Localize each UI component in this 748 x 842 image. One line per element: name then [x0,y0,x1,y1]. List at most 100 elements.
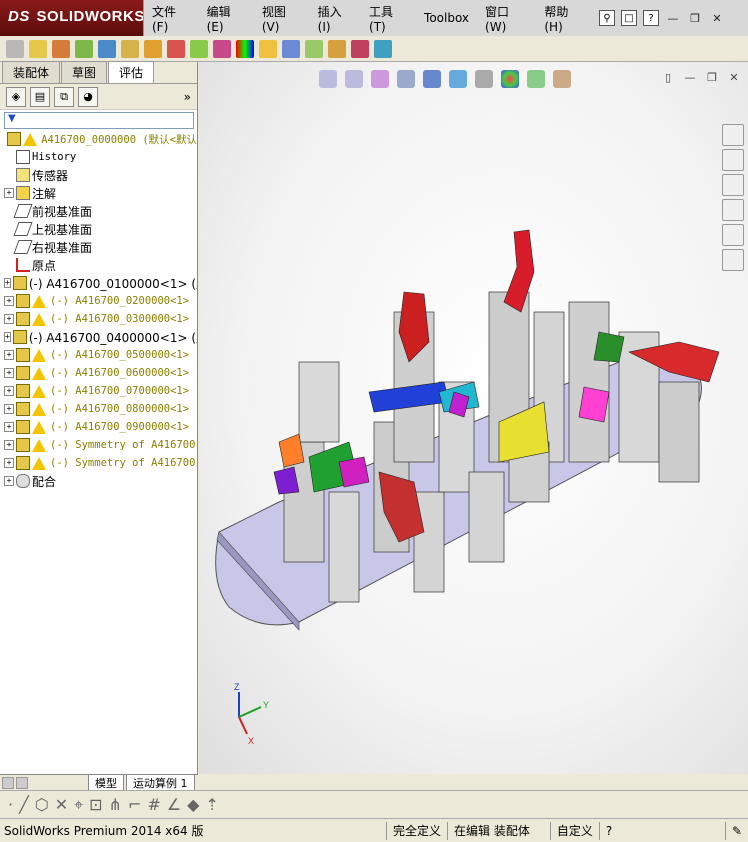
point-icon[interactable]: · [8,795,13,814]
expand-toggle-icon[interactable]: + [4,368,14,378]
tab-scroll-left-icon[interactable] [2,776,14,789]
appearance-icon[interactable] [236,39,254,58]
convert-entities-icon[interactable]: ⌖ [74,795,83,815]
expand-toggle-icon[interactable]: + [4,278,11,288]
expand-toggle-icon[interactable]: + [4,422,14,432]
grid-icon[interactable]: # [147,795,160,814]
cube-icon[interactable]: ◆ [187,795,199,814]
tree-item[interactable]: 传感器 [0,166,197,184]
tree-item[interactable]: + (-) Symmetry of A416700 [0,454,197,472]
tab-sketch[interactable]: 草图 [61,61,108,83]
tree-item[interactable]: + (-) A416700_0500000<1> [0,346,197,364]
menu-toolbox[interactable]: Toolbox [416,11,477,25]
tree-item-label: (-) Symmetry of A416700 [50,439,196,451]
expand-toggle-icon[interactable]: + [4,404,14,414]
triad-z-label: Z [234,682,240,692]
menu-window[interactable]: 窗口(W) [477,3,536,34]
move-component-icon[interactable] [121,39,139,58]
solidworks-logo[interactable]: DS SOLIDWORKS [8,8,145,25]
tree-item[interactable]: + (-) A416700_0400000<1> (默 [0,328,197,346]
expand-toggle-icon[interactable]: + [4,332,11,342]
trim-icon[interactable]: ✕ [55,795,68,814]
menu-edit[interactable]: 编辑(E) [199,3,254,34]
restore-button[interactable]: ❐ [687,11,703,25]
photoview-icon[interactable] [374,39,392,58]
tree-root[interactable]: A416700_0000000 (默认<默认 [0,130,197,148]
smart-fasteners-icon[interactable] [98,39,116,58]
explode-view-icon[interactable] [282,39,300,58]
tree-item[interactable]: + (-) A416700_0100000<1> (默 [0,274,197,292]
property-manager-icon[interactable]: ▤ [30,86,50,107]
line-icon[interactable]: ╱ [19,795,29,814]
expand-toggle-icon[interactable]: + [4,440,14,450]
tree-item-label: 前视基准面 [32,204,93,219]
render-icon[interactable] [351,39,369,58]
filter-input[interactable]: ▼ [4,111,194,129]
polygon-icon[interactable]: ⬡ [35,795,49,814]
tree-item[interactable]: + 配合 [0,472,197,490]
options-icon[interactable] [6,39,24,58]
mirror-icon[interactable]: ⋔ [109,795,122,814]
menu-view[interactable]: 视图(V) [254,3,310,34]
component-icon [16,456,30,470]
minimize-button[interactable]: — [665,11,681,25]
mate-icon[interactable] [52,39,70,58]
angle-icon[interactable]: ∠ [167,795,181,814]
menu-tools[interactable]: 工具(T) [361,3,416,34]
tree-item[interactable]: + (-) A416700_0700000<1> [0,382,197,400]
expand-toggle-icon[interactable]: + [4,476,14,486]
tab-evaluate[interactable]: 评估 [108,61,155,83]
insert-component-icon[interactable] [29,39,47,58]
tree-item[interactable]: 原点 [0,256,197,274]
units-status[interactable]: 自定义 [549,821,599,840]
feature-manager-icon[interactable]: ◈ [6,86,26,107]
smart-dimension-icon[interactable]: ⌐ [128,795,141,814]
tree-item[interactable]: 右视基准面 [0,238,197,256]
tree-item[interactable]: + (-) A416700_0900000<1> [0,418,197,436]
tree-item[interactable]: + (-) A416700_0600000<1> [0,364,197,382]
orient-icon[interactable]: ⇡ [205,795,218,814]
menu-file[interactable]: 文件(F) [144,3,199,34]
graphics-area[interactable]: ▯ — ❐ ✕ Z Y X [199,62,748,774]
tree-item[interactable]: History [0,148,197,166]
tree-item[interactable]: + (-) A416700_0300000<1> [0,310,197,328]
new-motion-study-icon[interactable] [213,39,231,58]
linear-pattern-icon[interactable] [75,39,93,58]
new-document-icon[interactable]: □ [621,10,637,26]
offset-icon[interactable]: ⊡ [89,795,102,814]
expand-toggle-icon[interactable]: + [4,296,14,306]
show-hidden-icon[interactable] [144,39,162,58]
tree-item[interactable]: + 注解 [0,184,197,202]
expand-toggle-icon[interactable]: + [4,314,14,324]
help-icon[interactable]: ? [643,10,659,26]
pin-icon[interactable]: ⚲ [599,10,615,26]
close-button[interactable]: ✕ [709,11,725,25]
rebuild-status-icon[interactable]: ✎ [724,821,748,840]
expand-toggle-icon[interactable]: + [4,458,14,468]
tab-motion-study[interactable]: 运动算例 1 [126,773,195,792]
tree-item-label: 上视基准面 [32,222,93,237]
bill-of-materials-icon[interactable] [328,39,346,58]
instant3d-icon[interactable] [305,39,323,58]
tree-item[interactable]: + (-) Symmetry of A416700 [0,436,197,454]
reference-geometry-icon[interactable] [190,39,208,58]
interference-icon[interactable] [259,39,277,58]
configuration-manager-icon[interactable]: ⧉ [54,86,74,107]
expand-toggle-icon[interactable]: + [4,386,14,396]
tree-item[interactable]: + (-) A416700_0200000<1> [0,292,197,310]
menu-insert[interactable]: 插入(I) [310,3,361,34]
assembly-features-icon[interactable] [167,39,185,58]
tree-item[interactable]: + (-) A416700_0800000<1> [0,400,197,418]
tree-item[interactable]: 上视基准面 [0,220,197,238]
expand-toggle-icon[interactable]: + [4,188,14,198]
menu-help[interactable]: 帮助(H) [536,3,593,34]
assembly-icon [7,132,22,146]
tree-item[interactable]: 前视基准面 [0,202,197,220]
help-status-icon[interactable]: ? [598,821,618,840]
display-manager-icon[interactable]: ◕ [78,86,98,107]
tab-assembly[interactable]: 装配体 [2,61,61,83]
expand-toggle-icon[interactable]: + [4,350,14,360]
tab-scroll-right-icon[interactable] [16,776,28,789]
expand-chevron-icon[interactable]: » [184,90,191,104]
tab-model[interactable]: 模型 [88,773,124,792]
